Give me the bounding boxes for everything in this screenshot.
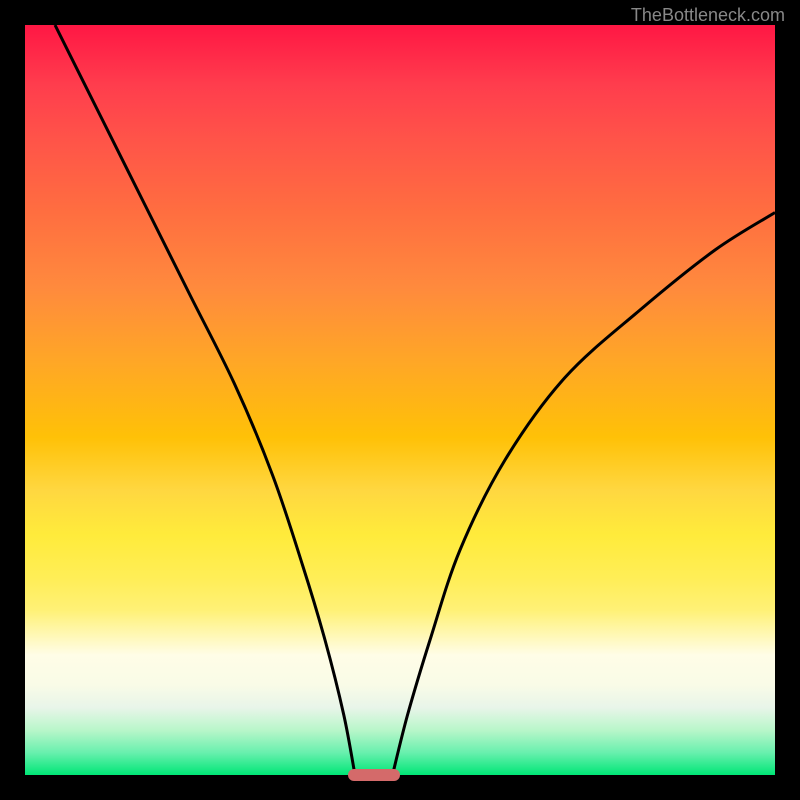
- chart-plot-area: [25, 25, 775, 775]
- curves-svg: [25, 25, 775, 775]
- left-curve-line: [55, 25, 355, 775]
- right-curve-line: [393, 213, 776, 776]
- bottleneck-marker: [348, 769, 401, 781]
- watermark-text: TheBottleneck.com: [631, 5, 785, 26]
